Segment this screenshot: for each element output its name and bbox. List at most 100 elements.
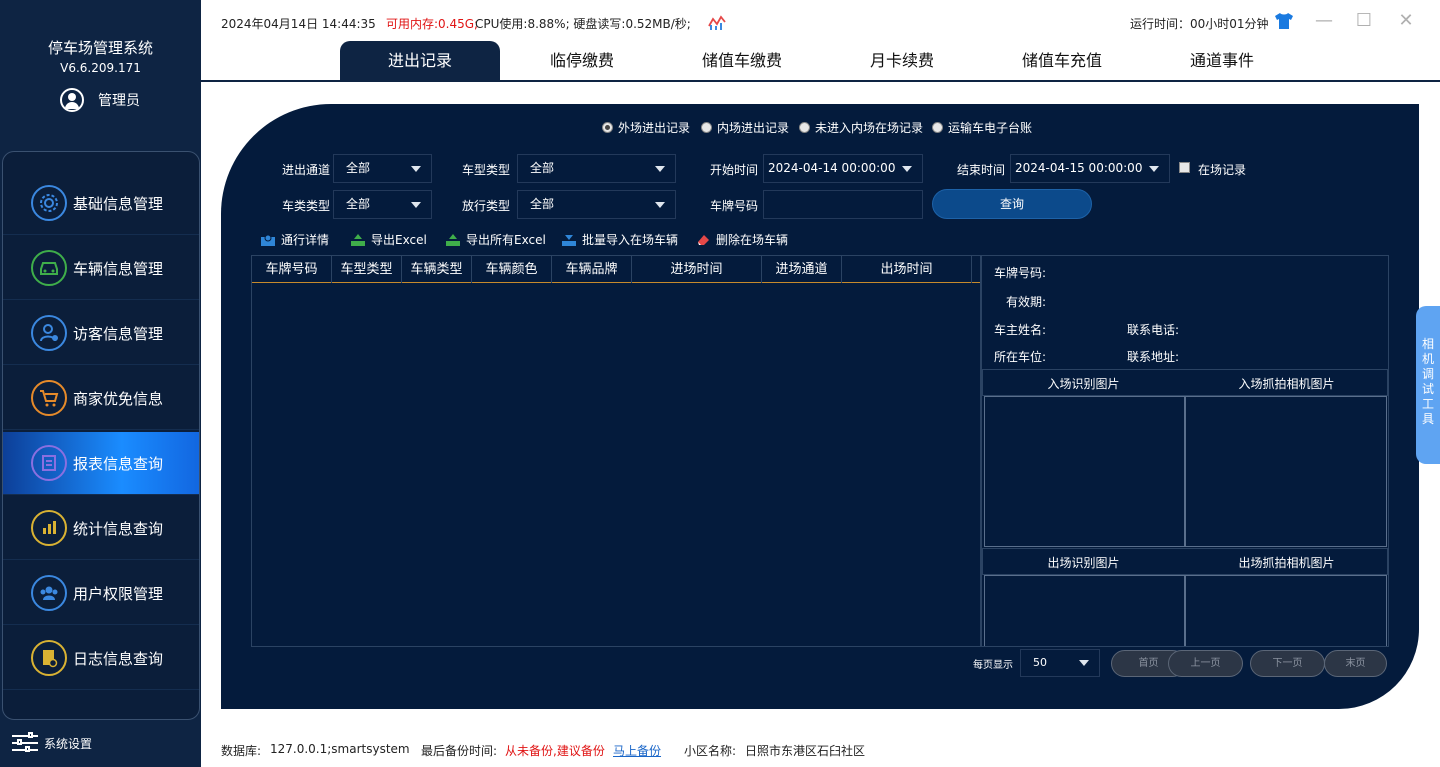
tab-stored-value-fee[interactable]: 储值车缴费: [662, 41, 822, 82]
menu-item-statistics-query[interactable]: 统计信息查询: [3, 497, 199, 560]
cartype-select[interactable]: 全部: [517, 154, 676, 183]
performance-chart-icon[interactable]: [707, 14, 727, 32]
menu-item-visitor-info[interactable]: 访客信息管理: [3, 302, 199, 365]
maximize-button[interactable]: ☐: [1351, 8, 1377, 34]
menu-item-report-query[interactable]: 报表信息查询: [3, 432, 199, 495]
prev-page-button[interactable]: 上一页: [1168, 650, 1243, 677]
menu-label: 用户权限管理: [73, 584, 164, 603]
vehicle-detail-panel: 车牌号码: 有效期: 车主姓名: 联系电话: 所在车位: 联系地址: 入场识别图…: [981, 255, 1389, 647]
plate-input[interactable]: [763, 190, 923, 219]
detail-valid-label: 有效期:: [1006, 295, 1047, 309]
next-page-button[interactable]: 下一页: [1250, 650, 1325, 677]
chevron-down-icon: [655, 166, 665, 172]
channel-select[interactable]: 全部: [333, 154, 432, 183]
column-header-cartype[interactable]: 车型类型: [332, 256, 402, 283]
close-button[interactable]: ✕: [1393, 8, 1419, 34]
radio-button-selected[interactable]: [602, 122, 613, 133]
cartype-value: 全部: [530, 161, 555, 175]
in-park-label: 在场记录: [1198, 163, 1247, 177]
menu-label: 商家优免信息: [73, 389, 164, 408]
column-header-exit-time[interactable]: 出场时间: [842, 256, 972, 283]
column-header-plate[interactable]: 车牌号码: [252, 256, 332, 283]
exit-recog-image: [984, 575, 1185, 646]
in-park-checkbox[interactable]: [1179, 162, 1190, 173]
query-button[interactable]: 查询: [932, 189, 1092, 219]
tab-temp-parking-fee[interactable]: 临停缴费: [502, 41, 662, 82]
menu-label: 统计信息查询: [73, 519, 164, 538]
toolbar-label: 导出Excel: [371, 233, 427, 247]
menu-label: 日志信息查询: [73, 649, 164, 668]
import-icon: [562, 234, 576, 246]
channel-label: 进出通道: [281, 163, 330, 177]
toolbar-label: 批量导入在场车辆: [582, 233, 679, 247]
db-label: 数据库:: [221, 744, 262, 758]
radio-transport-ledger[interactable]: 运输车电子台账: [932, 119, 1032, 136]
start-time-label: 开始时间: [709, 163, 758, 177]
export-all-excel-button[interactable]: 导出所有Excel: [446, 231, 546, 248]
tab-stored-value-recharge[interactable]: 储值车充值: [982, 41, 1142, 82]
camera-debug-tool-tab[interactable]: 相机调试工具: [1416, 306, 1440, 464]
minimize-button[interactable]: —: [1311, 8, 1337, 34]
release-select[interactable]: 全部: [517, 190, 676, 219]
entry-capture-image: [1185, 396, 1387, 547]
memory-status: 可用内存:0.45G;: [386, 17, 479, 31]
radio-outer-records[interactable]: 外场进出记录: [602, 119, 690, 136]
menu-item-user-permission[interactable]: 用户权限管理: [3, 562, 199, 625]
eraser-icon: [698, 234, 709, 245]
radio-button[interactable]: [799, 122, 810, 133]
entry-recog-image: [984, 396, 1185, 547]
runtime-status: 运行时间：00小时01分钟: [1130, 17, 1269, 31]
detail-slot-label: 所在车位:: [994, 350, 1047, 364]
radio-inner-records[interactable]: 内场进出记录: [701, 119, 789, 136]
last-page-button[interactable]: 末页: [1324, 650, 1387, 677]
radio-button[interactable]: [932, 122, 943, 133]
backup-status: 从未备份,建议备份: [505, 744, 605, 758]
column-header-brand[interactable]: 车辆品牌: [552, 256, 632, 283]
report-icon: [31, 445, 67, 481]
batch-import-button[interactable]: 批量导入在场车辆: [562, 231, 678, 248]
user-profile[interactable]: 管理员: [60, 88, 140, 112]
id-card-icon: [261, 234, 275, 246]
menu-item-vehicle-info[interactable]: 车辆信息管理: [3, 237, 199, 300]
menu-item-basic-info[interactable]: 基础信息管理: [3, 172, 199, 235]
column-header-entry-time[interactable]: 进场时间: [632, 256, 762, 283]
radio-button[interactable]: [701, 122, 712, 133]
pass-detail-button[interactable]: 通行详情: [261, 231, 329, 248]
skin-shirt-icon[interactable]: [1274, 12, 1294, 30]
tab-entry-exit-records[interactable]: 进出记录: [340, 41, 500, 82]
exit-capture-title: 出场抓拍相机图片: [1238, 556, 1335, 570]
end-time-picker[interactable]: 2024-04-15 00:00:00: [1010, 154, 1170, 183]
detail-phone-label: 联系电话:: [1127, 323, 1180, 337]
column-header-entry-channel[interactable]: 进场通道: [762, 256, 842, 283]
car-icon: [31, 250, 67, 286]
cartype-label: 车型类型: [461, 163, 510, 177]
backup-label: 最后备份时间:: [421, 744, 498, 758]
system-settings[interactable]: 系统设置: [12, 732, 92, 754]
tab-channel-events[interactable]: 通道事件: [1142, 41, 1302, 82]
channel-value: 全部: [346, 161, 371, 175]
delete-in-park-button[interactable]: 删除在场车辆: [696, 231, 788, 248]
user-avatar-icon: [60, 88, 84, 112]
per-page-select[interactable]: 50: [1020, 649, 1100, 677]
menu-item-log-query[interactable]: 日志信息查询: [3, 627, 199, 690]
radio-not-entered-inner[interactable]: 未进入内场在场记录: [799, 119, 923, 136]
release-value: 全部: [530, 197, 555, 211]
backup-now-link[interactable]: 马上备份: [613, 742, 661, 759]
end-time-value: 2024-04-15 00:00:00: [1015, 161, 1143, 175]
radio-label: 外场进出记录: [618, 121, 691, 135]
users-icon: [31, 575, 67, 611]
user-name: 管理员: [98, 93, 140, 109]
export-excel-button[interactable]: 导出Excel: [351, 231, 427, 248]
plate-label: 车牌号码: [709, 199, 758, 213]
community-label: 小区名称:: [684, 744, 737, 758]
tab-monthly-renewal[interactable]: 月卡续费: [822, 41, 982, 82]
menu-label: 报表信息查询: [73, 454, 164, 473]
detail-owner-label: 车主姓名:: [994, 323, 1047, 337]
carclass-select[interactable]: 全部: [333, 190, 432, 219]
release-label: 放行类型: [461, 199, 510, 213]
log-icon: [31, 640, 67, 676]
start-time-picker[interactable]: 2024-04-14 00:00:00: [763, 154, 923, 183]
column-header-color[interactable]: 车辆颜色: [472, 256, 552, 283]
column-header-vehicletype[interactable]: 车辆类型: [402, 256, 472, 283]
menu-item-merchant-discount[interactable]: 商家优免信息: [3, 367, 199, 430]
